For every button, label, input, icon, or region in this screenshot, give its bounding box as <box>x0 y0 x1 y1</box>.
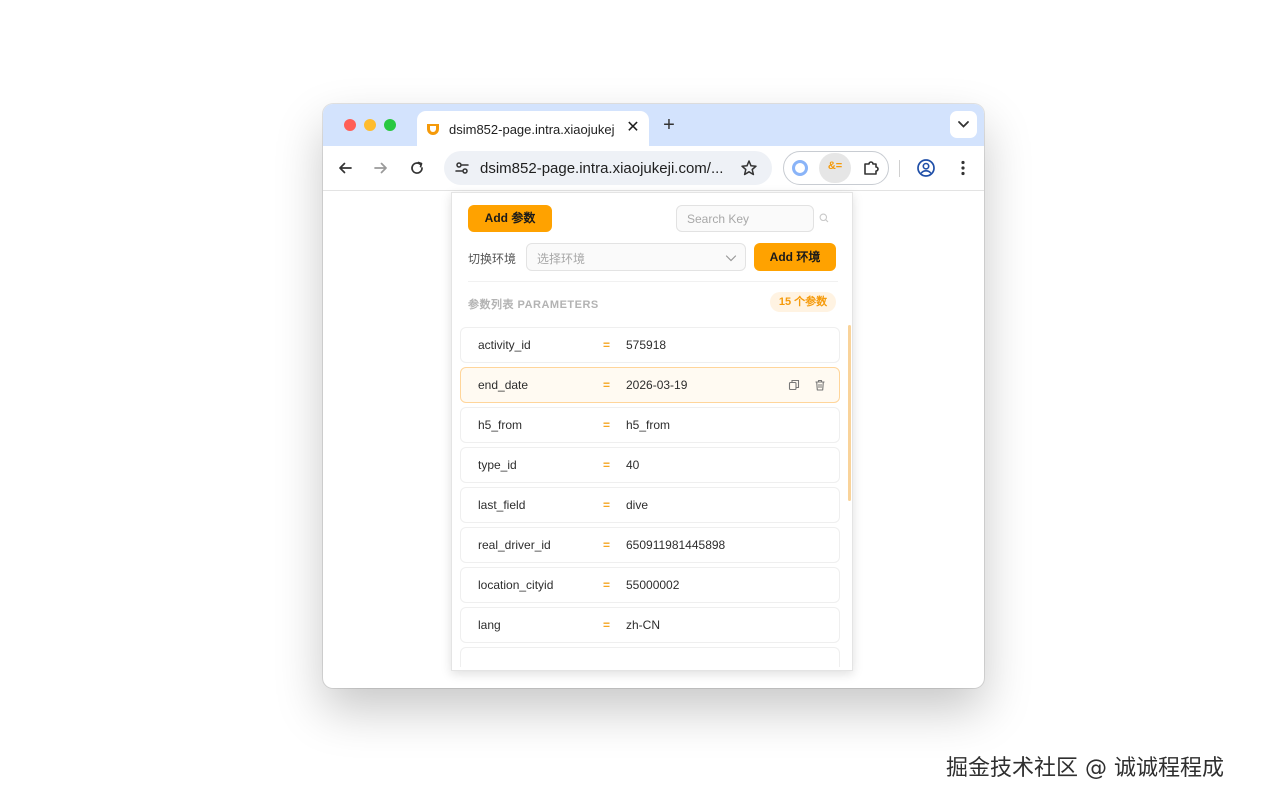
reload-icon[interactable] <box>408 159 426 177</box>
params-popup: Add 参数 切换环境 选择环境 Add 环境 参数列表 PARAMETERS … <box>451 192 853 671</box>
back-arrow-icon[interactable] <box>336 159 354 177</box>
env-select[interactable]: 选择环境 <box>526 243 746 271</box>
param-key[interactable]: activity_id <box>478 338 531 352</box>
address-url[interactable]: dsim852-page.intra.xiaojukeji.com/... <box>480 160 730 177</box>
param-key[interactable]: type_id <box>478 458 517 472</box>
param-key[interactable]: real_driver_id <box>478 538 551 552</box>
param-value[interactable]: 575918 <box>626 338 666 352</box>
equals-sign: = <box>603 418 611 432</box>
params-scrollbar[interactable] <box>848 325 851 501</box>
param-row[interactable]: location_cityid = 55000002 <box>460 567 840 603</box>
extension-circle-icon[interactable] <box>792 160 808 176</box>
tab-close-icon[interactable]: ✕ <box>625 120 641 136</box>
new-tab-button[interactable]: + <box>659 115 679 135</box>
equals-sign: = <box>603 338 611 352</box>
browser-tab[interactable]: dsim852-page.intra.xiaojukeji.com ✕ <box>417 111 649 146</box>
params-count-badge: 15 个参数 <box>770 292 836 312</box>
env-select-placeholder: 选择环境 <box>537 252 586 266</box>
switch-env-label: 切换环境 <box>468 252 517 266</box>
search-icon <box>819 213 829 223</box>
tab-search-button[interactable] <box>950 111 977 138</box>
bookmark-star-icon[interactable] <box>740 159 758 177</box>
param-value[interactable]: h5_from <box>626 418 670 432</box>
watermark: 掘金技术社区 @ 诚诚程程成 <box>946 756 1224 781</box>
param-row[interactable]: real_driver_id = 650911981445898 <box>460 527 840 563</box>
toolbar-divider <box>899 160 900 177</box>
param-value[interactable]: 650911981445898 <box>626 538 725 552</box>
chevron-down-icon <box>725 255 737 262</box>
address-bar[interactable]: dsim852-page.intra.xiaojukeji.com/... <box>444 151 772 185</box>
param-value[interactable]: 40 <box>626 458 639 472</box>
browser-toolbar: dsim852-page.intra.xiaojukeji.com/... &= <box>323 146 984 191</box>
param-row[interactable]: activity_id = 575918 <box>460 327 840 363</box>
param-key[interactable]: lang <box>478 618 501 632</box>
param-value[interactable]: zh-CN <box>626 618 660 632</box>
param-key[interactable]: end_date <box>478 378 528 392</box>
didi-logo-icon <box>427 124 439 135</box>
extensions-area: &= <box>783 151 889 185</box>
section-divider <box>468 281 838 282</box>
forward-arrow-icon[interactable] <box>372 159 390 177</box>
param-key[interactable]: location_cityid <box>478 578 553 592</box>
equals-sign: = <box>603 458 611 472</box>
param-value[interactable]: 55000002 <box>626 578 679 592</box>
param-row[interactable]: h5_from = h5_from <box>460 407 840 443</box>
tab-strip: dsim852-page.intra.xiaojukeji.com ✕ + <box>323 104 984 146</box>
site-settings-icon[interactable] <box>454 160 470 176</box>
equals-sign: = <box>603 578 611 592</box>
add-env-button[interactable]: Add 环境 <box>754 243 836 271</box>
maximize-window-button[interactable] <box>384 119 396 131</box>
trash-icon[interactable] <box>814 379 826 391</box>
param-row[interactable]: type_id = 40 <box>460 447 840 483</box>
param-row[interactable]: last_field = dive <box>460 487 840 523</box>
copy-icon[interactable] <box>788 379 800 391</box>
tab-title: dsim852-page.intra.xiaojukeji.com <box>449 122 615 137</box>
search-key-input[interactable] <box>676 205 814 232</box>
param-key[interactable]: h5_from <box>478 418 522 432</box>
equals-sign: = <box>603 378 611 392</box>
param-row-hovered[interactable]: end_date = 2026-03-19 <box>460 367 840 403</box>
param-value[interactable]: 2026-03-19 <box>626 378 687 392</box>
params-extension-icon: &= <box>827 160 843 172</box>
profile-avatar-icon[interactable] <box>916 158 936 178</box>
minimize-window-button[interactable] <box>364 119 376 131</box>
close-window-button[interactable] <box>344 119 356 131</box>
param-row-partial[interactable] <box>460 647 840 667</box>
chevron-down-icon <box>958 121 969 128</box>
params-list: activity_id = 575918 end_date = 2026-03-… <box>460 327 842 667</box>
more-menu-icon[interactable] <box>953 158 973 178</box>
equals-sign: = <box>603 618 611 632</box>
params-extension-button[interactable]: &= <box>819 153 851 183</box>
equals-sign: = <box>603 498 611 512</box>
param-row[interactable]: lang = zh-CN <box>460 607 840 643</box>
puzzle-icon[interactable] <box>862 159 880 177</box>
param-key[interactable]: last_field <box>478 498 525 512</box>
params-section-title: 参数列表 PARAMETERS <box>468 299 599 311</box>
param-value[interactable]: dive <box>626 498 648 512</box>
add-param-button[interactable]: Add 参数 <box>468 205 552 232</box>
equals-sign: = <box>603 538 611 552</box>
